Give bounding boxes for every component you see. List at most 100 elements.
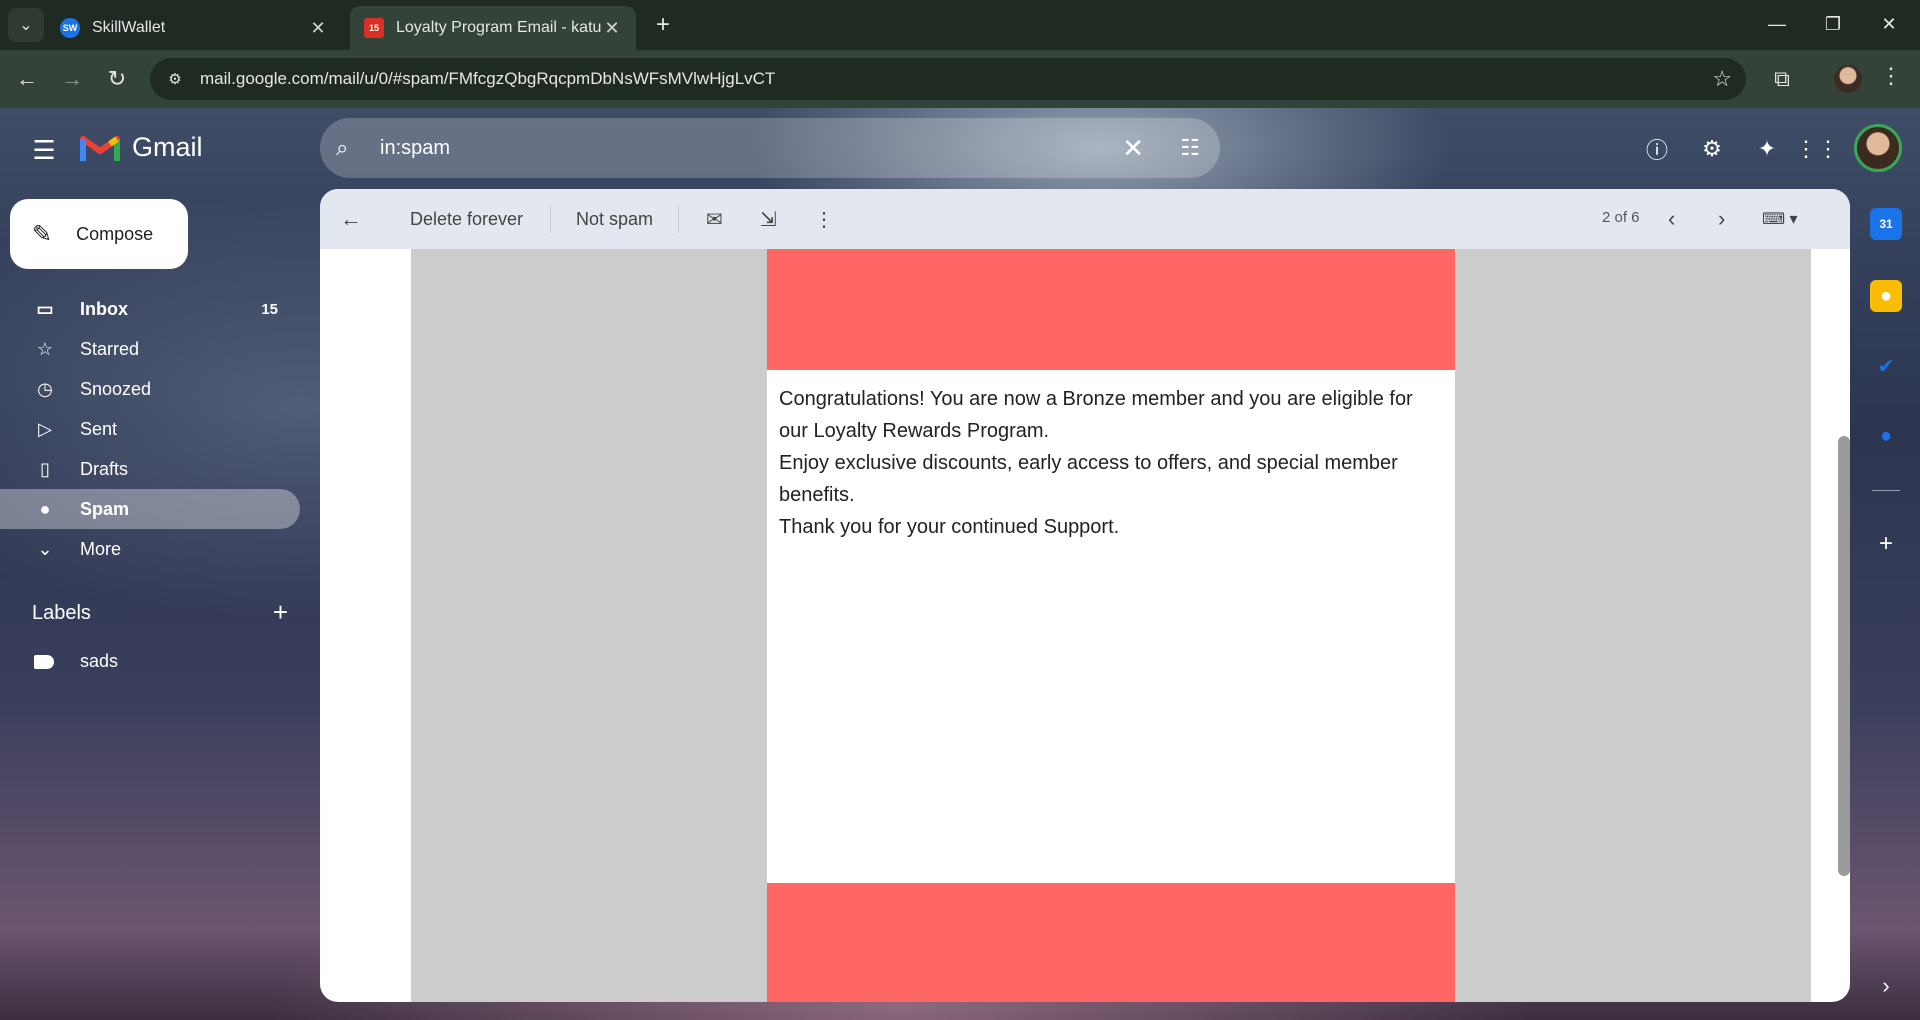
search-bar[interactable]: ⌕ in:spam ✕ ☷ [320,118,1220,178]
sidebar-item-label: More [80,538,122,559]
pagination-text: 2 of 6 [1602,209,1640,226]
email-line: Congratulations! You are now a Bronze me… [779,388,1413,442]
sidebar-item-drafts[interactable]: ▯ Drafts [0,449,300,489]
gmail-favicon-icon: 15 [364,18,384,38]
site-info-icon[interactable]: ⚙ [164,68,186,90]
restore-icon: ❐ [1824,13,1842,34]
mark-unread-icon[interactable]: ✉ [706,205,723,233]
email-content-card: Congratulations! You are now a Bronze me… [767,249,1455,1002]
browser-menu-icon[interactable]: ⋮ [1880,63,1902,89]
tab-loyalty-email[interactable]: 15 Loyalty Program Email - katukam ✕ [350,6,636,50]
clear-search-icon[interactable]: ✕ [1122,133,1144,164]
minimize-icon: — [1768,13,1786,34]
gmail-m-icon [80,131,120,163]
toolbar-divider [550,205,551,233]
arrow-right-icon: → [61,66,83,91]
browser-profile-avatar[interactable] [1834,65,1862,93]
close-icon[interactable]: ✕ [602,18,622,39]
message-view: ← Delete forever Not spam ✉ ⇲ ⋮ 2 of 6 ‹… [320,189,1850,1002]
email-header-banner [767,249,1455,370]
tasks-icon[interactable]: ✔ [1870,350,1902,382]
chevron-down-icon: ⌄ [19,17,33,34]
delete-forever-button[interactable]: Delete forever [410,205,523,233]
contacts-icon[interactable]: ● [1870,420,1902,452]
calendar-icon[interactable]: 31 [1870,208,1902,240]
compose-label: Compose [76,223,154,244]
plus-icon: + [655,11,670,38]
sidebar-item-snoozed[interactable]: ◷ Snoozed [0,369,300,409]
chevron-down-icon: ⌄ [37,538,53,559]
browser-toolbar: ← → ↻ ⚙ mail.google.com/mail/u/0/#spam/F… [0,50,1920,108]
pencil-icon: ✎ [32,220,53,248]
reload-button[interactable]: ↻ [100,62,134,96]
restore-button[interactable]: ❐ [1806,8,1860,40]
main-menu-icon[interactable]: ☰ [28,134,60,166]
label-item-sads[interactable]: sads [34,651,118,672]
gmail-wordmark: Gmail [132,131,203,162]
skillwallet-favicon-icon: SW [60,18,80,38]
browser-tab-bar: ⌄ SW SkillWallet ✕ 15 Loyalty Program Em… [0,0,1920,50]
add-addon-plus-icon[interactable]: + [1870,528,1902,560]
draft-file-icon: ▯ [40,458,50,479]
close-icon: ✕ [1881,13,1897,34]
sidebar-item-more[interactable]: ⌄ More [0,529,300,569]
extensions-puzzle-icon[interactable]: ⧉ [1766,63,1798,95]
keep-icon[interactable]: ● [1870,280,1902,312]
url-text: mail.google.com/mail/u/0/#spam/FMfcgzQbg… [200,69,776,88]
close-window-button[interactable]: ✕ [1862,8,1916,40]
move-to-folder-icon[interactable]: ⇲ [760,205,777,233]
clock-icon: ◷ [37,378,53,399]
more-options-icon[interactable]: ⋮ [814,205,834,233]
previous-message-icon[interactable]: ‹ [1668,205,1675,233]
sidebar-item-spam[interactable]: ● Spam [0,489,300,529]
settings-gear-icon[interactable]: ⚙ [1695,132,1729,166]
search-input[interactable]: in:spam [380,137,1220,160]
toolbar-divider [678,205,679,233]
help-icon[interactable]: ⓘ [1640,132,1674,166]
compose-button[interactable]: ✎ Compose [10,199,188,269]
gemini-sparkle-icon[interactable]: ✦ [1750,132,1784,166]
bookmark-star-icon[interactable]: ☆ [1712,66,1732,92]
new-tab-button[interactable]: + [648,10,678,40]
search-icon[interactable]: ⌕ [336,135,366,161]
account-avatar[interactable] [1854,124,1902,172]
sidebar-item-label: Sent [80,418,118,439]
next-message-icon[interactable]: › [1718,205,1725,233]
sidebar-item-label: Snoozed [80,378,152,399]
message-scrollbar[interactable] [1838,436,1850,876]
back-button[interactable]: ← [10,62,44,96]
send-icon: ▷ [38,418,52,439]
tab-title: SkillWallet [92,19,166,36]
email-line: Thank you for your continued Support. [779,516,1120,538]
email-body-area: Congratulations! You are now a Bronze me… [411,249,1811,1002]
reload-icon: ↻ [107,66,127,91]
side-panel-divider [1872,490,1900,491]
gmail-logo[interactable]: Gmail [80,131,203,163]
sidebar-item-sent[interactable]: ▷ Sent [0,409,300,449]
inbox-icon: ▭ [36,298,54,319]
labels-header: Labels + [32,599,288,625]
sidebar-item-label: Drafts [80,458,129,479]
minimize-button[interactable]: — [1750,8,1804,40]
unread-count: 15 [261,300,278,318]
input-tools-keyboard-icon[interactable]: ⌨ ▾ [1762,205,1798,233]
labels-title: Labels [32,602,91,624]
sidebar-item-label: Spam [80,498,130,519]
star-icon: ☆ [36,338,54,359]
sidebar-item-starred[interactable]: ☆ Starred [0,329,300,369]
apps-grid-icon[interactable]: ⋮⋮ [1795,132,1839,166]
tab-search-button[interactable]: ⌄ [8,8,44,42]
message-toolbar: ← Delete forever Not spam ✉ ⇲ ⋮ 2 of 6 ‹… [320,189,1850,249]
add-label-plus-icon[interactable]: + [273,599,288,625]
back-to-list-button[interactable]: ← [340,205,362,233]
address-bar[interactable]: ⚙ mail.google.com/mail/u/0/#spam/FMfcgzQ… [150,58,1746,100]
show-side-panel-chevron-icon[interactable]: › [1870,970,1902,1002]
search-options-icon[interactable]: ☷ [1180,135,1200,161]
tab-skillwallet[interactable]: SW SkillWallet ✕ [46,6,342,50]
close-icon[interactable]: ✕ [308,18,328,39]
forward-button[interactable]: → [55,62,89,96]
sidebar-item-inbox[interactable]: ▭ Inbox 15 [0,289,300,329]
not-spam-button[interactable]: Not spam [576,205,653,233]
email-message-text: Congratulations! You are now a Bronze me… [779,383,1439,543]
sidebar-item-label: Inbox [80,298,128,319]
